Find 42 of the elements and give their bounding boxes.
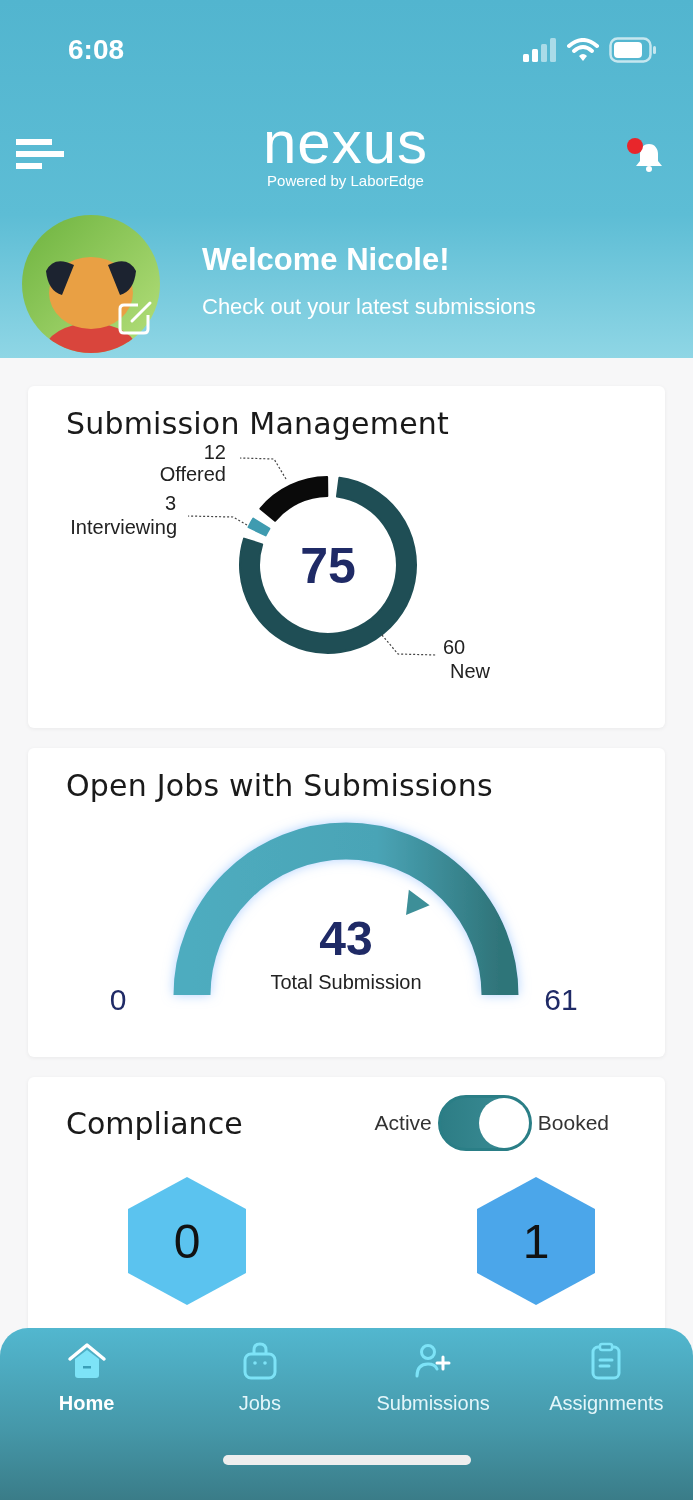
clipboard-icon [590, 1342, 623, 1380]
status-time: 6:08 [68, 34, 125, 66]
gauge-pointer [406, 889, 430, 916]
total-count: 75 [300, 538, 356, 594]
toggle-label: Booked [537, 1111, 609, 1135]
nav-tab[interactable]: Assignments [519, 1342, 693, 1415]
welcome-subtitle: Check out your latest submissions [202, 294, 536, 320]
wifi-icon [567, 38, 599, 62]
add-user-icon [415, 1342, 452, 1380]
notifications-button[interactable] [627, 138, 665, 172]
card-title: Submission Management [65, 405, 450, 441]
nav-tab[interactable]: Submissions [346, 1342, 520, 1415]
logo-tagline: Powered by LaborEdge [267, 171, 424, 189]
nav-tab[interactable]: Jobs [173, 1342, 347, 1415]
welcome-title: Welcome Nicole! [202, 242, 451, 278]
logo-text: nexus [262, 113, 429, 172]
toggle-switch[interactable] [437, 1095, 532, 1151]
gauge-label: Total Submission [270, 971, 422, 993]
toggle-label: Active [374, 1111, 432, 1135]
card-title: Open Jobs with Submissions [65, 767, 494, 803]
bell-icon [633, 142, 665, 172]
leader-line [239, 457, 287, 480]
gauge-max: 61 [544, 983, 578, 1016]
chart-value-label: 3 [164, 492, 176, 514]
gauge-value: 43 [319, 912, 373, 965]
edit-icon [116, 299, 154, 337]
card-title: Compliance [66, 1105, 243, 1141]
menu-icon [16, 139, 64, 171]
leader-line [381, 634, 437, 656]
signal-icon [523, 38, 557, 62]
battery-icon [609, 37, 657, 63]
gauge-min: 0 [109, 983, 127, 1016]
nav-tab[interactable]: Home [0, 1342, 174, 1415]
edit-avatar-button[interactable] [116, 299, 154, 337]
chart-category-label: Offered [159, 463, 226, 485]
chart-value-label: 60 [443, 636, 466, 658]
leader-line [187, 515, 248, 526]
chart-category-label: New [450, 660, 490, 682]
chart-category-label: Interviewing [70, 516, 177, 538]
bag-icon [241, 1342, 278, 1380]
chart-value-label: 12 [203, 443, 226, 463]
home-icon [66, 1342, 107, 1380]
